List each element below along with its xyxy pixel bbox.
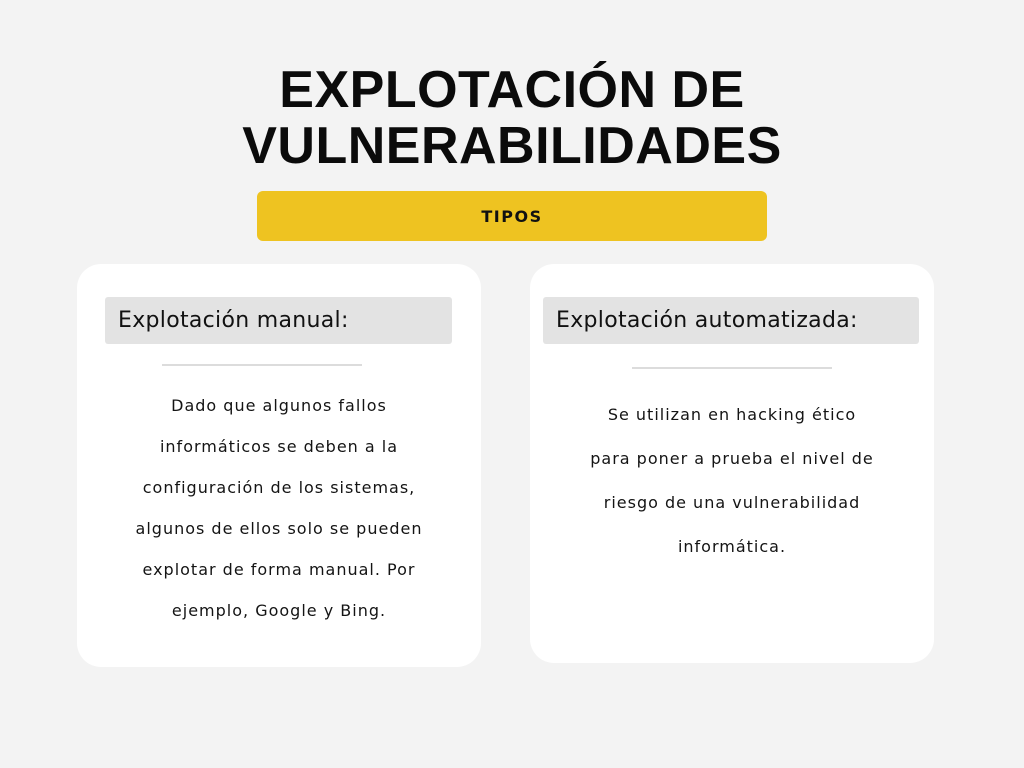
automated-exploitation-card: Explotación automatizada: Se utilizan en…	[530, 264, 934, 663]
body-line: para poner a prueba el nivel de	[590, 449, 874, 468]
body-line: explotar de forma manual. Por	[142, 560, 416, 579]
divider	[632, 367, 832, 369]
body-line: algunos de ellos solo se pueden	[135, 519, 423, 538]
card-body: Dado que algunos fallos informáticos se …	[97, 385, 461, 631]
body-line: informáticos se deben a la	[159, 437, 399, 456]
body-line: Dado que algunos fallos	[171, 396, 387, 415]
card-heading-box: Explotación manual:	[105, 297, 452, 344]
tipos-banner: TIPOS	[257, 191, 767, 241]
manual-exploitation-card: Explotación manual: Dado que algunos fal…	[77, 264, 481, 667]
tipos-label: TIPOS	[481, 206, 543, 226]
page-title: EXPLOTACIÓN DE VULNERABILIDADES	[0, 62, 1024, 174]
body-line: informática.	[677, 537, 787, 556]
body-line: Se utilizan en hacking ético	[607, 405, 857, 424]
page-title-line-1: EXPLOTACIÓN DE	[279, 61, 745, 119]
divider	[162, 364, 362, 366]
page-title-line-2: VULNERABILIDADES	[242, 117, 782, 175]
card-heading: Explotación manual:	[118, 308, 349, 333]
body-line: ejemplo, Google y Bing.	[171, 601, 387, 620]
body-line: configuración de los sistemas,	[142, 478, 416, 497]
body-line: riesgo de una vulnerabilidad	[603, 493, 861, 512]
card-heading-box: Explotación automatizada:	[543, 297, 919, 344]
card-body: Se utilizan en hacking ético para poner …	[550, 393, 914, 569]
card-heading: Explotación automatizada:	[556, 308, 858, 333]
